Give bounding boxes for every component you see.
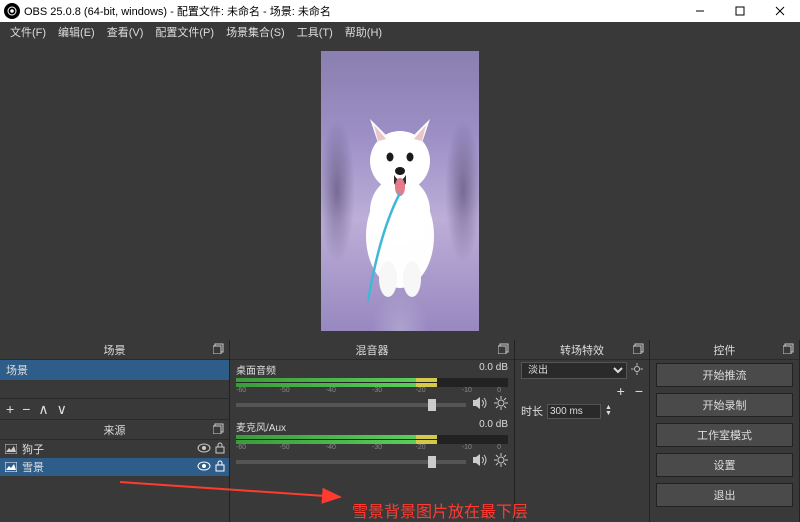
- sources-popout-icon[interactable]: [213, 422, 225, 437]
- remove-transition-button[interactable]: −: [635, 383, 643, 399]
- titlebar: OBS 25.0.8 (64-bit, windows) - 配置文件: 未命名…: [0, 0, 800, 22]
- duration-input[interactable]: [547, 404, 601, 419]
- source-item-snow[interactable]: 雪景: [0, 458, 229, 476]
- start-record-button[interactable]: 开始录制: [656, 393, 793, 417]
- menu-profile[interactable]: 配置文件(P): [149, 22, 220, 42]
- add-scene-button[interactable]: +: [6, 401, 14, 417]
- start-stream-button[interactable]: 开始推流: [656, 363, 793, 387]
- scenes-title: 场景: [104, 342, 126, 358]
- close-button[interactable]: [760, 0, 800, 22]
- transitions-panel: 转场特效 淡出 + − 时长 ▲▼: [515, 340, 650, 522]
- add-transition-button[interactable]: +: [617, 383, 625, 399]
- volume-meter: [236, 435, 508, 444]
- menu-edit[interactable]: 编辑(E): [52, 22, 101, 42]
- gear-icon[interactable]: [494, 453, 508, 470]
- channel-name: 桌面音频: [236, 362, 276, 377]
- volume-slider[interactable]: [236, 460, 466, 464]
- mixer-popout-icon[interactable]: [498, 342, 510, 357]
- controls-popout-icon[interactable]: [783, 342, 795, 357]
- menu-help[interactable]: 帮助(H): [339, 22, 388, 42]
- image-icon: [4, 462, 18, 472]
- mixer-panel: 混音器 桌面音频 0.0 dB -60-50-40-30-20-100: [230, 340, 515, 522]
- transitions-title: 转场特效: [560, 342, 604, 358]
- scenes-panel: 场景 场景 + − ∧ ∨ 来源 狗子 雪景: [0, 340, 230, 522]
- menu-view[interactable]: 查看(V): [101, 22, 150, 42]
- scene-up-button[interactable]: ∧: [38, 401, 48, 418]
- channel-db: 0.0 dB: [479, 419, 508, 434]
- controls-title: 控件: [714, 342, 736, 358]
- window-title: OBS 25.0.8 (64-bit, windows) - 配置文件: 未命名…: [24, 3, 680, 19]
- source-label: 雪景: [22, 459, 193, 475]
- mixer-header: 混音器: [230, 340, 514, 360]
- mixer-channel-mic: 麦克风/Aux 0.0 dB -60-50-40-30-20-100: [230, 417, 514, 474]
- transition-select[interactable]: 淡出: [521, 362, 627, 379]
- gear-icon[interactable]: [494, 396, 508, 413]
- source-item-dog[interactable]: 狗子: [0, 440, 229, 458]
- channel-db: 0.0 dB: [479, 362, 508, 377]
- channel-name: 麦克风/Aux: [236, 419, 286, 434]
- visibility-toggle[interactable]: [197, 443, 211, 456]
- source-label: 狗子: [22, 441, 193, 457]
- preview-area[interactable]: [0, 42, 800, 340]
- duration-label: 时长: [521, 403, 543, 419]
- scenes-header: 场景: [0, 340, 229, 360]
- controls-panel: 控件 开始推流 开始录制 工作室模式 设置 退出: [650, 340, 800, 522]
- scene-list[interactable]: 场景: [0, 360, 229, 398]
- studio-mode-button[interactable]: 工作室模式: [656, 423, 793, 447]
- volume-slider[interactable]: [236, 403, 466, 407]
- transitions-header: 转场特效: [515, 340, 649, 360]
- menu-file[interactable]: 文件(F): [4, 22, 52, 42]
- mixer-channel-desktop: 桌面音频 0.0 dB -60-50-40-30-20-100: [230, 360, 514, 417]
- preview-canvas[interactable]: [321, 51, 479, 331]
- sources-header: 来源: [0, 420, 229, 440]
- sources-title: 来源: [104, 422, 126, 438]
- menubar: 文件(F) 编辑(E) 查看(V) 配置文件(P) 场景集合(S) 工具(T) …: [0, 22, 800, 42]
- exit-button[interactable]: 退出: [656, 483, 793, 507]
- controls-header: 控件: [650, 340, 799, 360]
- remove-scene-button[interactable]: −: [22, 401, 30, 417]
- db-scale: -60-50-40-30-20-100: [236, 387, 508, 395]
- scene-item[interactable]: 场景: [0, 360, 229, 380]
- image-icon: [4, 444, 18, 454]
- menu-scene-collection[interactable]: 场景集合(S): [220, 22, 291, 42]
- scene-controls: + − ∧ ∨: [0, 398, 229, 420]
- transition-gear-icon[interactable]: [631, 363, 643, 378]
- scenes-popout-icon[interactable]: [213, 342, 225, 357]
- speaker-icon[interactable]: [472, 396, 488, 413]
- sources-list[interactable]: 狗子 雪景: [0, 440, 229, 476]
- minimize-button[interactable]: [680, 0, 720, 22]
- lock-toggle[interactable]: [215, 442, 225, 457]
- duration-stepper[interactable]: ▲▼: [605, 405, 612, 417]
- maximize-button[interactable]: [720, 0, 760, 22]
- visibility-toggle[interactable]: [197, 461, 211, 474]
- db-scale: -60-50-40-30-20-100: [236, 444, 508, 452]
- lock-toggle[interactable]: [215, 460, 225, 475]
- menu-tools[interactable]: 工具(T): [291, 22, 339, 42]
- settings-button[interactable]: 设置: [656, 453, 793, 477]
- scene-down-button[interactable]: ∨: [57, 401, 67, 418]
- app-icon: [4, 3, 20, 19]
- mixer-title: 混音器: [356, 342, 389, 358]
- volume-meter: [236, 378, 508, 387]
- transitions-popout-icon[interactable]: [633, 342, 645, 357]
- bottom-panels: 场景 场景 + − ∧ ∨ 来源 狗子 雪景: [0, 340, 800, 522]
- speaker-icon[interactable]: [472, 453, 488, 470]
- preview-dog-image: [350, 101, 450, 301]
